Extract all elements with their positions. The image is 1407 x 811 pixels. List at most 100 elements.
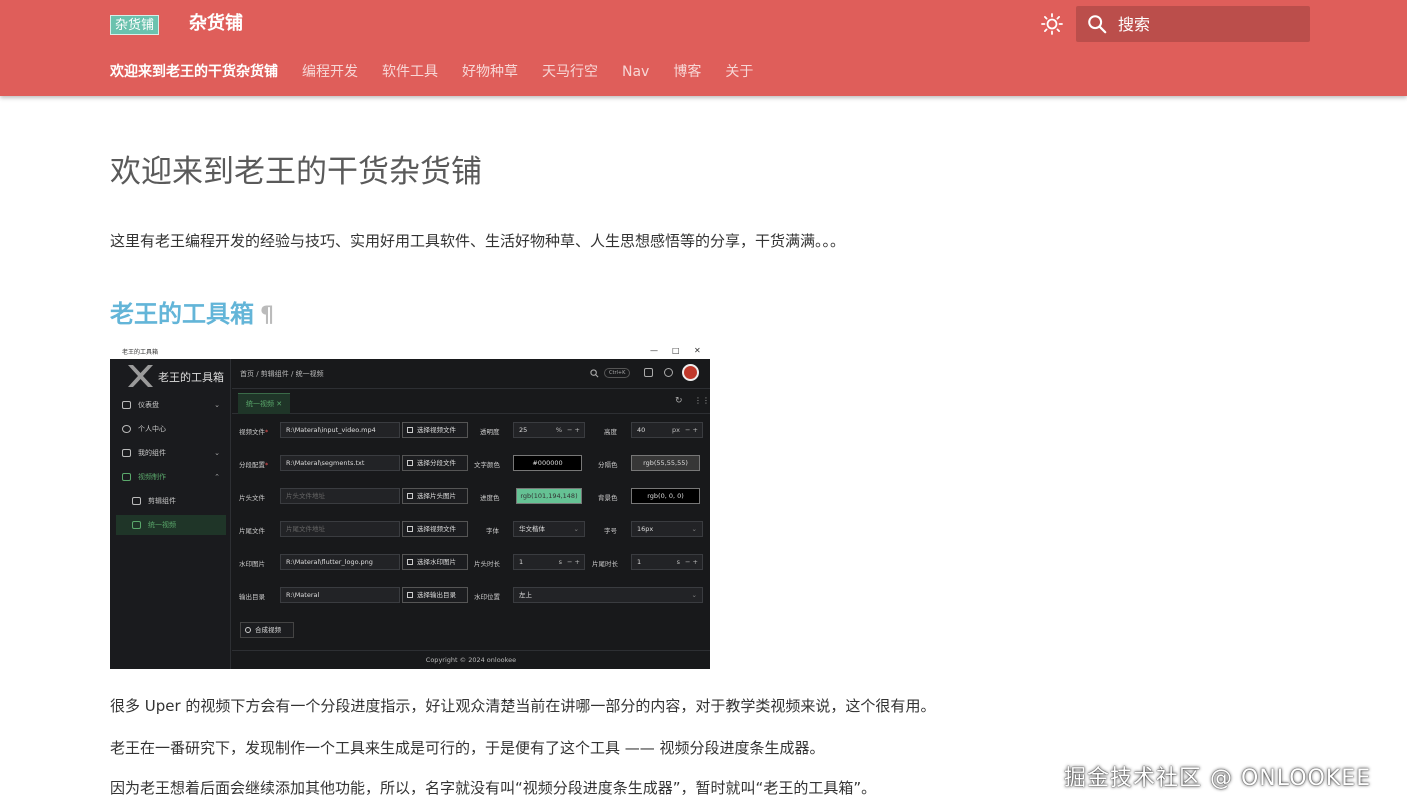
folder-icon xyxy=(407,592,413,598)
video-form: 视频文件* R:\Materal\input_video.mp4 选择视频文件 … xyxy=(232,415,710,650)
generate-video-button[interactable]: 合成视频 xyxy=(240,622,294,638)
select-intro-button[interactable]: 选择片头图片 xyxy=(402,488,468,504)
output-dir-label: 输出目录 xyxy=(239,593,265,601)
font-size-label: 字号 xyxy=(604,527,617,535)
permalink-icon[interactable]: ¶ xyxy=(260,303,274,328)
minimize-icon[interactable]: — xyxy=(650,346,658,355)
divider-color-picker[interactable]: rgb(55,55,55) xyxy=(631,455,700,471)
site-logo[interactable]: 杂货铺 xyxy=(110,15,160,35)
intro-duration-label: 片头时长 xyxy=(474,560,500,568)
segments-input[interactable]: R:\Materal\segments.txt xyxy=(280,455,400,471)
chevron-up-icon: ⌃ xyxy=(214,473,220,481)
font-select[interactable]: 华文楷体 ⌄ xyxy=(513,521,585,537)
toolbox-screenshot: 老王的工具箱 — □ ✕ 老王的工具箱 仪表盘 ⌄ 个人中心 我的组件 ⌄ 视频制作… xyxy=(110,344,710,669)
height-stepper[interactable]: 40 px − + xyxy=(631,422,703,438)
bg-color-label: 背景色 xyxy=(598,494,618,502)
breadcrumb[interactable]: 首页 / 剪辑组件 / 统一视频 xyxy=(240,369,324,379)
tab-imagination[interactable]: 天马行空 xyxy=(542,60,598,84)
chevron-down-icon: ⌄ xyxy=(573,525,579,533)
tab-software-tools[interactable]: 软件工具 xyxy=(382,60,438,84)
chevron-down-icon: ⌄ xyxy=(691,591,697,599)
progress-color-picker[interactable]: rgb(101,194,148) xyxy=(516,488,582,504)
select-watermark-button[interactable]: 选择水印图片 xyxy=(402,554,468,570)
dashboard-icon xyxy=(122,401,131,409)
select-segments-button[interactable]: 选择分段文件 xyxy=(402,455,468,471)
tab-label: 统一视频 xyxy=(246,400,274,408)
select-output-button[interactable]: 选择输出目录 xyxy=(402,587,468,603)
tab-nav[interactable]: Nav xyxy=(622,60,649,84)
sidebar-item-components[interactable]: 我的组件 ⌄ xyxy=(116,443,226,463)
font-size-select[interactable]: 16px ⌄ xyxy=(631,521,703,537)
site-title[interactable]: 杂货铺 xyxy=(189,12,243,36)
file-icon xyxy=(407,460,413,466)
chevron-down-icon: ⌄ xyxy=(214,449,220,457)
app-topbar: 首页 / 剪辑组件 / 统一视频 Ctrl+K xyxy=(232,359,710,389)
grid-icon[interactable]: ⋮⋮ xyxy=(694,396,710,405)
tab-about[interactable]: 关于 xyxy=(725,60,753,84)
close-tab-icon[interactable]: ✕ xyxy=(276,400,282,408)
select-outro-button[interactable]: 选择视频文件 xyxy=(402,521,468,537)
sidebar-item-label: 剪辑组件 xyxy=(148,497,176,505)
app-tabbar: 统一视频 ✕ ↻ ⋮⋮ xyxy=(232,390,710,414)
image-icon xyxy=(407,427,413,433)
tab-programming[interactable]: 编程开发 xyxy=(302,60,358,84)
outro-file-input[interactable]: 片尾文件地址 xyxy=(280,521,400,537)
video-icon xyxy=(122,473,131,481)
refresh-icon[interactable]: ↻ xyxy=(675,396,683,406)
chevron-down-icon: ⌄ xyxy=(214,401,220,409)
intro-file-label: 片头文件 xyxy=(239,494,265,502)
window-titlebar: 老王的工具箱 — □ ✕ xyxy=(110,344,710,359)
sidebar-item-label: 个人中心 xyxy=(138,425,166,433)
sidebar-item-label: 仪表盘 xyxy=(138,401,159,409)
theme-toggle-sun-icon[interactable] xyxy=(1040,12,1064,36)
bg-color-picker[interactable]: rgb(0, 0, 0) xyxy=(631,488,700,504)
star-icon xyxy=(407,526,413,532)
close-icon[interactable]: ✕ xyxy=(694,346,701,355)
sidebar-item-label: 视频制作 xyxy=(138,473,166,481)
sidebar-item-edit-components[interactable]: 剪辑组件 xyxy=(116,491,226,511)
search-icon[interactable] xyxy=(590,369,599,378)
tab-home[interactable]: 欢迎来到老王的干货杂货铺 xyxy=(110,60,278,84)
search-box[interactable] xyxy=(1076,6,1310,42)
video-file-label: 视频文件* xyxy=(239,428,269,436)
search-input[interactable] xyxy=(1118,6,1304,42)
video-file-input[interactable]: R:\Materal\input_video.mp4 xyxy=(280,422,400,438)
watermark-position-select[interactable]: 左上 ⌄ xyxy=(513,587,703,603)
watermark-input[interactable]: R:\Materal\flutter_logo.png xyxy=(280,554,400,570)
output-dir-input[interactable]: R:\Materal xyxy=(280,587,400,603)
maximize-icon[interactable]: □ xyxy=(672,346,680,355)
paragraph-3: 因为老王想着后面会继续添加其他功能，所以，名字就没有叫“视频分段进度条生成器”，… xyxy=(110,779,877,797)
tab-unify-video[interactable]: 统一视频 ✕ xyxy=(238,393,291,414)
clip-icon xyxy=(132,497,141,505)
intro-duration-stepper[interactable]: 1 s − + xyxy=(513,554,585,570)
text-color-picker[interactable]: #000000 xyxy=(513,455,582,471)
sidebar-item-label: 我的组件 xyxy=(138,449,166,457)
intro-file-input[interactable]: 片头文件地址 xyxy=(280,488,400,504)
monitor-icon[interactable] xyxy=(644,368,653,377)
box-icon xyxy=(122,449,131,457)
opacity-label: 透明度 xyxy=(480,428,500,436)
opacity-stepper[interactable]: 25% − + xyxy=(513,422,585,438)
outro-duration-stepper[interactable]: 1 s − + xyxy=(631,554,703,570)
sidebar-item-unify-video[interactable]: 统一视频 xyxy=(116,515,226,535)
sidebar-item-profile[interactable]: 个人中心 xyxy=(116,419,226,439)
segments-label: 分段配置* xyxy=(239,461,269,469)
tab-good-things[interactable]: 好物种草 xyxy=(462,60,518,84)
gear-icon[interactable] xyxy=(664,368,673,377)
sidebar-item-dashboard[interactable]: 仪表盘 ⌄ xyxy=(116,395,226,415)
select-video-button[interactable]: 选择视频文件 xyxy=(402,422,468,438)
app-sidebar: 老王的工具箱 仪表盘 ⌄ 个人中心 我的组件 ⌄ 视频制作 ⌃ 剪辑组件 统一视频 xyxy=(110,359,231,669)
sidebar-item-video-production[interactable]: 视频制作 ⌃ xyxy=(116,467,226,487)
avatar[interactable] xyxy=(682,364,699,381)
font-label: 字体 xyxy=(486,527,499,535)
progress-color-label: 进度色 xyxy=(480,494,500,502)
divider-color-label: 分隔色 xyxy=(598,461,618,469)
app-name: 老王的工具箱 xyxy=(158,371,224,384)
height-label: 高度 xyxy=(604,428,617,436)
top-header: 杂货铺 杂货铺 欢迎来到老王的干货杂货铺 编程开发 软件工具 好物种草 天马行空… xyxy=(0,0,1407,96)
section-heading-text: 老王的工具箱 xyxy=(110,300,254,328)
app-footer: Copyright © 2024 onlookee xyxy=(232,650,710,669)
tab-blog[interactable]: 博客 xyxy=(673,60,701,84)
search-icon xyxy=(1088,15,1107,34)
shortcut-badge: Ctrl+K xyxy=(604,368,631,378)
